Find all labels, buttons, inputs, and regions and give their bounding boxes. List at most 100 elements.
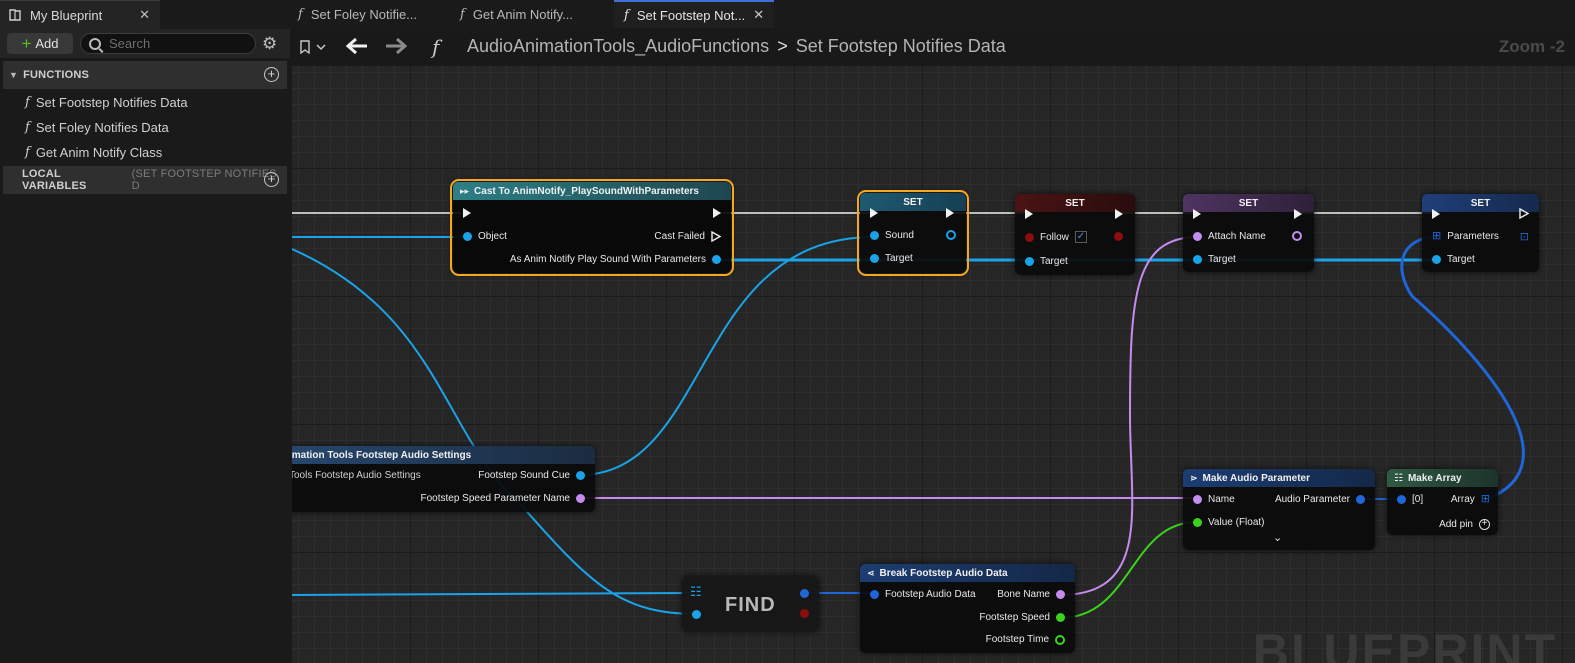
target-pin[interactable]: Target xyxy=(870,253,913,264)
add-function-icon[interactable]: + xyxy=(264,67,279,82)
exec-in-pin[interactable] xyxy=(1432,209,1440,219)
footstep-speed-parameter-pin[interactable]: Footstep Speed Parameter Name xyxy=(420,493,585,504)
exec-in-pin[interactable] xyxy=(870,208,878,218)
find-node[interactable]: FIND ☷ xyxy=(682,576,819,632)
target-pin[interactable]: Target xyxy=(1025,256,1068,267)
as-anim-notify-pin[interactable]: As Anim Notify Play Sound With Parameter… xyxy=(510,254,721,265)
name-pin[interactable]: Name xyxy=(1193,494,1235,505)
function-item-get-anim-notify[interactable]: f Get Anim Notify Class xyxy=(25,145,162,160)
object-wire xyxy=(292,592,693,596)
function-item-label: Set Foley Notifies Data xyxy=(35,120,169,135)
tab-set-foley-notifies[interactable]: f Set Foley Notifie... xyxy=(298,0,417,28)
make-audio-parameter-node[interactable]: ⋗ Make Audio Parameter Name Audio Parame… xyxy=(1183,469,1375,550)
collapse-arrow-icon[interactable]: ▼ xyxy=(9,70,18,80)
exec-out-pin[interactable] xyxy=(1115,209,1123,219)
back-arrow-icon[interactable] xyxy=(346,37,368,55)
exec-out-pin[interactable] xyxy=(1294,209,1302,219)
pin-label: Follow xyxy=(1040,231,1069,243)
attach-name-pin[interactable]: Attach Name xyxy=(1193,231,1266,242)
cast-failed-pin[interactable]: Cast Failed xyxy=(654,231,721,242)
breadcrumb-library[interactable]: AudioAnimationTools_AudioFunctions xyxy=(467,36,769,57)
follow-checkbox[interactable]: ✓ xyxy=(1074,231,1087,243)
tab-set-footstep-notifies[interactable]: f Set Footstep Not... ✕ xyxy=(614,0,775,28)
footstep-speed-pin[interactable]: Footstep Speed xyxy=(979,612,1065,623)
footstep-audio-data-pin[interactable]: Footstep Audio Data xyxy=(870,589,976,600)
pin-label: Attach Name xyxy=(1208,231,1266,242)
audio-parameter-pin[interactable]: Audio Parameter xyxy=(1275,494,1365,505)
search-icon xyxy=(89,37,101,50)
footstep-sound-cue-pin[interactable]: Footstep Sound Cue xyxy=(478,470,585,481)
search-input[interactable]: Search xyxy=(80,33,256,54)
sound-out-pin[interactable] xyxy=(946,230,956,240)
function-item-set-footstep[interactable]: f Set Footstep Notifies Data xyxy=(25,95,188,110)
sound-pin[interactable]: Sound xyxy=(870,230,914,241)
set-node-title: SET xyxy=(1238,197,1259,209)
exec-in-pin[interactable] xyxy=(1025,209,1033,219)
set-follow-node[interactable]: SET Follow ✓ Target xyxy=(1015,194,1135,275)
attach-name-out-pin[interactable] xyxy=(1292,231,1302,241)
target-pin[interactable]: Target xyxy=(1193,254,1236,265)
exec-out-pin[interactable] xyxy=(713,208,721,218)
pin-ring xyxy=(1055,634,1065,645)
find-item-pin[interactable] xyxy=(692,610,701,619)
function-icon: f xyxy=(25,120,30,135)
footstep-time-pin[interactable]: Footstep Time xyxy=(986,634,1065,645)
footstep-audio-settings-node[interactable]: imation Tools Footstep Audio Settings To… xyxy=(292,446,595,512)
cast-node[interactable]: ▸▸ Cast To AnimNotify_PlaySoundWithParam… xyxy=(450,179,734,276)
pin-dot xyxy=(1025,232,1034,242)
gear-icon[interactable]: ⚙ xyxy=(262,34,277,54)
function-item-set-foley[interactable]: f Set Foley Notifies Data xyxy=(25,120,169,135)
add-pin-button[interactable]: Add pin + xyxy=(1439,519,1490,530)
function-icon: f xyxy=(624,7,629,23)
add-button-label: Add xyxy=(35,36,59,51)
parameters-pin[interactable]: ⊞ Parameters xyxy=(1432,231,1499,243)
find-out-pin[interactable] xyxy=(800,589,809,598)
value-float-pin[interactable]: Value (Float) xyxy=(1193,517,1265,528)
index-0-pin[interactable]: [0] xyxy=(1397,494,1423,505)
bone-name-pin[interactable]: Bone Name xyxy=(997,589,1065,600)
pin-dot xyxy=(1193,232,1202,241)
my-blueprint-tab[interactable]: My Blueprint ✕ xyxy=(0,0,160,29)
break-node-header: ⋖ Break Footstep Audio Data xyxy=(860,564,1075,582)
graph-canvas[interactable]: BLUEPRINT ▸▸ Cast To AnimNotify_PlaySoun… xyxy=(292,66,1575,663)
array-pin[interactable]: Array ⊞ xyxy=(1451,494,1490,506)
array-pin-icon[interactable]: ☷ xyxy=(690,584,702,600)
add-variable-icon[interactable]: + xyxy=(264,172,279,187)
pin-dot xyxy=(1025,257,1034,266)
make-array-node[interactable]: ☷ Make Array [0] Array ⊞ Add pin + xyxy=(1387,469,1498,535)
follow-out-pin[interactable] xyxy=(1114,232,1123,241)
close-icon[interactable]: ✕ xyxy=(139,7,150,23)
break-footstep-audio-data-node[interactable]: ⋖ Break Footstep Audio Data Footstep Aud… xyxy=(860,564,1075,653)
exec-in-pin[interactable] xyxy=(463,208,471,218)
find-bool-pin[interactable] xyxy=(800,609,809,618)
functions-section-header[interactable]: ▼ FUNCTIONS + xyxy=(3,61,287,89)
object-pin[interactable]: Object xyxy=(463,231,507,242)
set-node-title: SET xyxy=(903,196,923,208)
target-pin[interactable]: Target xyxy=(1432,254,1475,265)
chevron-down-icon[interactable]: ⌄ xyxy=(1273,531,1282,544)
settings-node-subtitle: Tools Footstep Audio Settings xyxy=(292,470,421,481)
forward-arrow-icon[interactable] xyxy=(385,37,407,55)
settings-node-title: imation Tools Footstep Audio Settings xyxy=(292,449,472,461)
set-parameters-node[interactable]: SET ⊞ Parameters ⊡ Target xyxy=(1422,194,1539,272)
pin-label: Footstep Speed Parameter Name xyxy=(420,493,570,504)
exec-in-pin[interactable] xyxy=(1193,209,1201,219)
close-icon[interactable]: ✕ xyxy=(753,7,764,23)
exec-outline-pin-icon[interactable] xyxy=(1519,208,1529,219)
function-icon: f xyxy=(25,145,30,160)
exec-outline-pin-icon xyxy=(711,231,721,242)
tab-get-anim-notify[interactable]: f Get Anim Notify... xyxy=(460,0,573,28)
graph-header: f AudioAnimationTools_AudioFunctions > S… xyxy=(292,28,1575,66)
parameters-out-pin[interactable]: ⊡ xyxy=(1520,230,1529,243)
local-variables-section-header[interactable]: LOCAL VARIABLES (SET FOOTSTEP NOTIFIES D… xyxy=(3,166,287,194)
exec-out-pin[interactable] xyxy=(946,208,954,218)
cast-node-header: ▸▸ Cast To AnimNotify_PlaySoundWithParam… xyxy=(453,182,731,200)
pin-dot xyxy=(1056,613,1065,622)
set-sound-node[interactable]: SET Sound Target xyxy=(857,190,969,276)
set-attach-name-node[interactable]: SET Attach Name Target xyxy=(1183,194,1314,272)
my-blueprint-toolbar: + Add Search xyxy=(0,29,290,58)
bookmark-icon[interactable] xyxy=(300,40,326,54)
follow-pin[interactable]: Follow ✓ xyxy=(1025,231,1087,243)
add-button[interactable]: + Add xyxy=(7,33,73,54)
float-wire xyxy=(1059,521,1198,619)
